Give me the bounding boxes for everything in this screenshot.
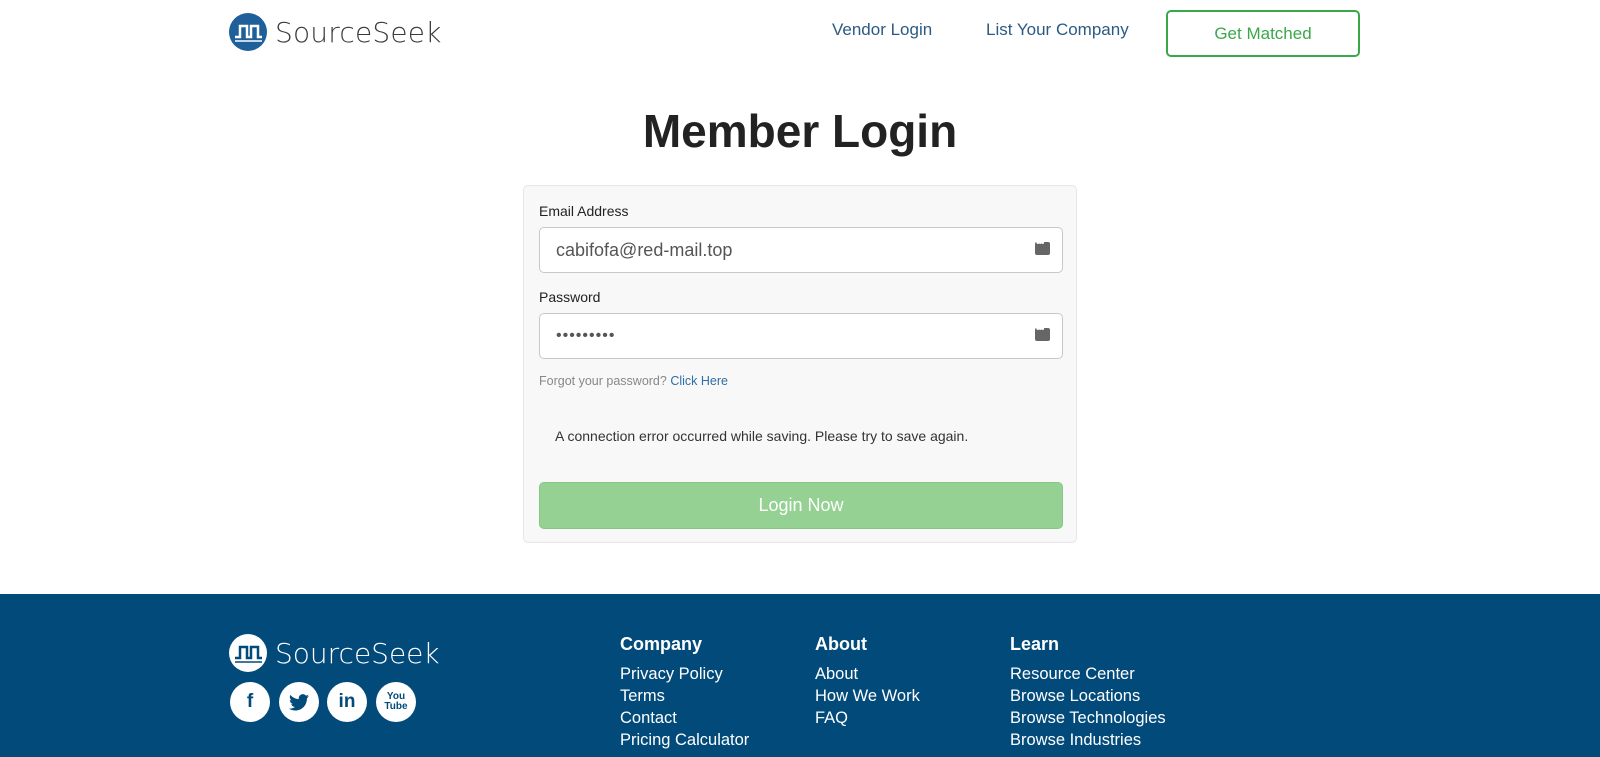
nav-vendor-login[interactable]: Vendor Login bbox=[832, 20, 932, 40]
footer-logo-text: SourceSeek bbox=[275, 636, 440, 670]
footer-link-browse-industries[interactable]: Browse Industries bbox=[1010, 729, 1166, 751]
footer-link-privacy-policy[interactable]: Privacy Policy bbox=[620, 663, 749, 685]
footer-link-browse-technologies[interactable]: Browse Technologies bbox=[1010, 707, 1166, 729]
forgot-password: Forgot your password? Click Here bbox=[539, 374, 728, 388]
site-logo[interactable]: SourceSeek bbox=[229, 13, 442, 51]
footer-link-pricing-calculator[interactable]: Pricing Calculator bbox=[620, 729, 749, 751]
password-label: Password bbox=[539, 289, 601, 305]
login-form-card: Email Address cabifofa@red-mail.top Pass… bbox=[523, 185, 1077, 543]
footer-link-terms[interactable]: Terms bbox=[620, 685, 749, 707]
footer-link-how-we-work[interactable]: How We Work bbox=[815, 685, 920, 707]
youtube-icon[interactable]: You Tube bbox=[376, 682, 416, 722]
password-field[interactable]: ••••••••• bbox=[539, 313, 1063, 359]
footer-heading-company: Company bbox=[620, 634, 703, 654]
footer-logo[interactable]: SourceSeek bbox=[229, 634, 440, 672]
twitter-icon[interactable] bbox=[279, 682, 319, 722]
footer-link-resource-center[interactable]: Resource Center bbox=[1010, 663, 1166, 685]
get-matched-button[interactable]: Get Matched bbox=[1166, 10, 1360, 57]
email-label: Email Address bbox=[539, 203, 629, 219]
site-footer: SourceSeek f in You Tube Company Privacy… bbox=[0, 594, 1600, 757]
footer-column-about: About About How We Work FAQ bbox=[815, 634, 920, 729]
facebook-icon[interactable]: f bbox=[230, 682, 270, 722]
footer-link-about[interactable]: About bbox=[815, 663, 920, 685]
footer-heading-about: About bbox=[815, 634, 867, 654]
footer-column-learn: Learn Resource Center Browse Locations B… bbox=[1010, 634, 1166, 751]
sourceseek-logo-icon bbox=[229, 634, 267, 672]
login-now-button[interactable]: Login Now bbox=[539, 482, 1063, 529]
footer-link-faq[interactable]: FAQ bbox=[815, 707, 920, 729]
linkedin-icon[interactable]: in bbox=[327, 682, 367, 722]
page-title: Member Login bbox=[642, 105, 958, 157]
email-field[interactable]: cabifofa@red-mail.top bbox=[539, 227, 1063, 273]
autofill-key-icon[interactable] bbox=[1035, 324, 1050, 341]
footer-heading-learn: Learn bbox=[1010, 634, 1060, 654]
footer-link-contact[interactable]: Contact bbox=[620, 707, 749, 729]
footer-column-company: Company Privacy Policy Terms Contact Pri… bbox=[620, 634, 749, 751]
autofill-key-icon[interactable] bbox=[1035, 238, 1050, 255]
email-value: cabifofa@red-mail.top bbox=[556, 239, 733, 260]
logo-text: SourceSeek bbox=[275, 15, 442, 49]
site-header: SourceSeek Vendor Login List Your Compan… bbox=[0, 0, 1600, 66]
password-value: ••••••••• bbox=[556, 327, 616, 344]
sourceseek-logo-icon bbox=[229, 13, 267, 51]
nav-list-your-company[interactable]: List Your Company bbox=[986, 20, 1129, 40]
footer-link-browse-locations[interactable]: Browse Locations bbox=[1010, 685, 1166, 707]
forgot-password-link[interactable]: Click Here bbox=[670, 374, 728, 388]
error-message: A connection error occurred while saving… bbox=[555, 428, 969, 444]
forgot-password-text: Forgot your password? bbox=[539, 374, 667, 388]
